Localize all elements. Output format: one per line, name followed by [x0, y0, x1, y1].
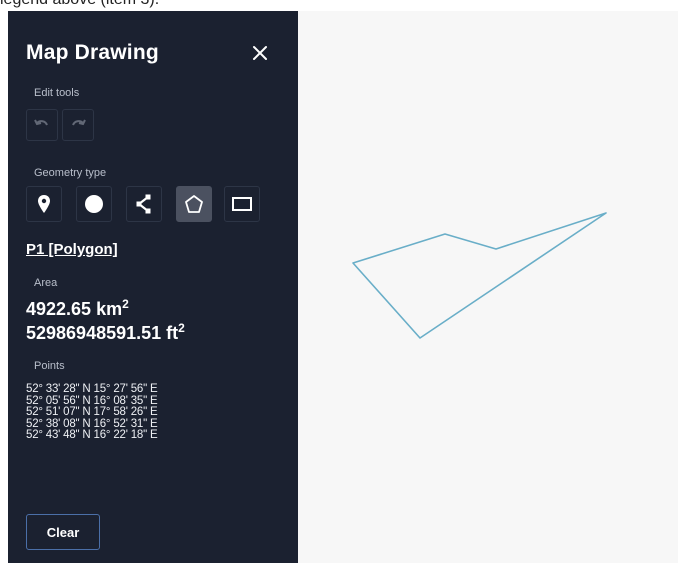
map-drawing-panel: Map Drawing Edit tools Geometry type P1 …	[8, 11, 298, 563]
close-icon	[253, 46, 267, 60]
top-caption: legend above (item 3).	[0, 0, 159, 11]
redo-button[interactable]	[62, 109, 94, 141]
point-tool-button[interactable]	[26, 186, 62, 222]
undo-icon	[34, 119, 48, 126]
point-coordinate: 52° 43' 48" N 16° 22' 18" E	[26, 429, 158, 442]
panel-title: Map Drawing	[26, 41, 159, 64]
area-ft-exponent: 2	[178, 321, 185, 335]
area-ft-number: 52986948591.51 ft	[26, 323, 179, 343]
area-ft-value: 52986948591.51 ft2	[26, 321, 185, 344]
area-km-number: 4922.65 km	[26, 299, 123, 319]
points-label: Points	[34, 360, 65, 372]
geometry-type-label: Geometry type	[34, 167, 107, 179]
rectangle-tool-button[interactable]	[224, 186, 260, 222]
map-canvas[interactable]	[298, 11, 678, 563]
pentagon-icon	[185, 195, 203, 213]
clear-button[interactable]: Clear	[26, 514, 100, 550]
polygon-tool-button[interactable]	[176, 186, 212, 222]
edit-tools-label: Edit tools	[34, 87, 80, 99]
points-list: 52° 33' 28" N 15° 27' 56" E 52° 05' 56" …	[26, 383, 158, 442]
close-button[interactable]	[245, 38, 275, 68]
drawn-polygon[interactable]	[298, 11, 678, 563]
circle-icon	[85, 195, 103, 213]
location-pin-icon	[38, 195, 50, 213]
area-km-value: 4922.65 km2	[26, 297, 129, 320]
undo-button[interactable]	[26, 109, 58, 141]
area-km-exponent: 2	[122, 297, 129, 311]
redo-icon	[72, 119, 86, 126]
line-tool-button[interactable]	[126, 186, 162, 222]
polyline-icon	[136, 194, 151, 214]
feature-title[interactable]: P1 [Polygon]	[26, 241, 118, 258]
circle-tool-button[interactable]	[76, 186, 112, 222]
rectangle-icon	[232, 197, 252, 211]
point-coordinate: 52° 33' 28" N 15° 27' 56" E	[26, 383, 158, 395]
area-label: Area	[34, 277, 58, 289]
